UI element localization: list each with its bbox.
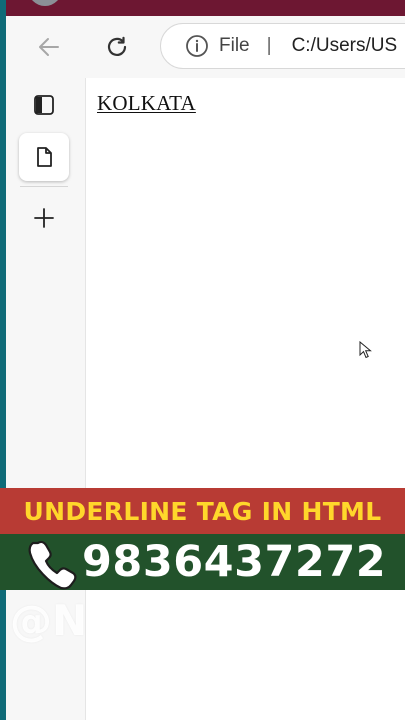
tab-actions-button[interactable]: [19, 81, 69, 129]
back-button[interactable]: [34, 32, 64, 62]
address-url[interactable]: C:/Users/US: [292, 35, 398, 57]
page-icon: [37, 147, 52, 167]
banner-title: UNDERLINE TAG IN HTML: [23, 496, 382, 526]
mouse-cursor-icon: [359, 341, 372, 359]
sidebar-divider: [20, 186, 68, 187]
reload-icon: [107, 36, 127, 56]
phone-icon: [28, 540, 77, 590]
profile-avatar[interactable]: [28, 0, 62, 6]
underlined-text: KOLKATA: [97, 91, 196, 115]
browser-title-bar: [6, 0, 405, 16]
address-scheme-label: File: [219, 35, 250, 56]
channel-watermark: @N: [10, 596, 88, 645]
web-page-content: KOLKATA: [85, 78, 405, 720]
phone-number: 9836437272: [82, 537, 387, 587]
screen: File | C:/Users/US KOLKATA UNDERLINE TAG…: [0, 0, 405, 720]
reload-button[interactable]: [102, 32, 132, 62]
active-tab[interactable]: [19, 133, 69, 181]
contact-banner: 9836437272: [0, 534, 405, 590]
tab-actions-icon: [34, 95, 54, 115]
back-arrow-icon: [39, 38, 59, 56]
new-tab-button[interactable]: [19, 194, 69, 242]
address-bar[interactable]: File | C:/Users/US: [160, 23, 405, 69]
title-banner: UNDERLINE TAG IN HTML: [0, 488, 405, 534]
browser-toolbar: File | C:/Users/US: [6, 16, 405, 78]
address-separator: |: [266, 35, 272, 56]
plus-icon: [34, 208, 54, 228]
info-icon[interactable]: [185, 34, 209, 58]
